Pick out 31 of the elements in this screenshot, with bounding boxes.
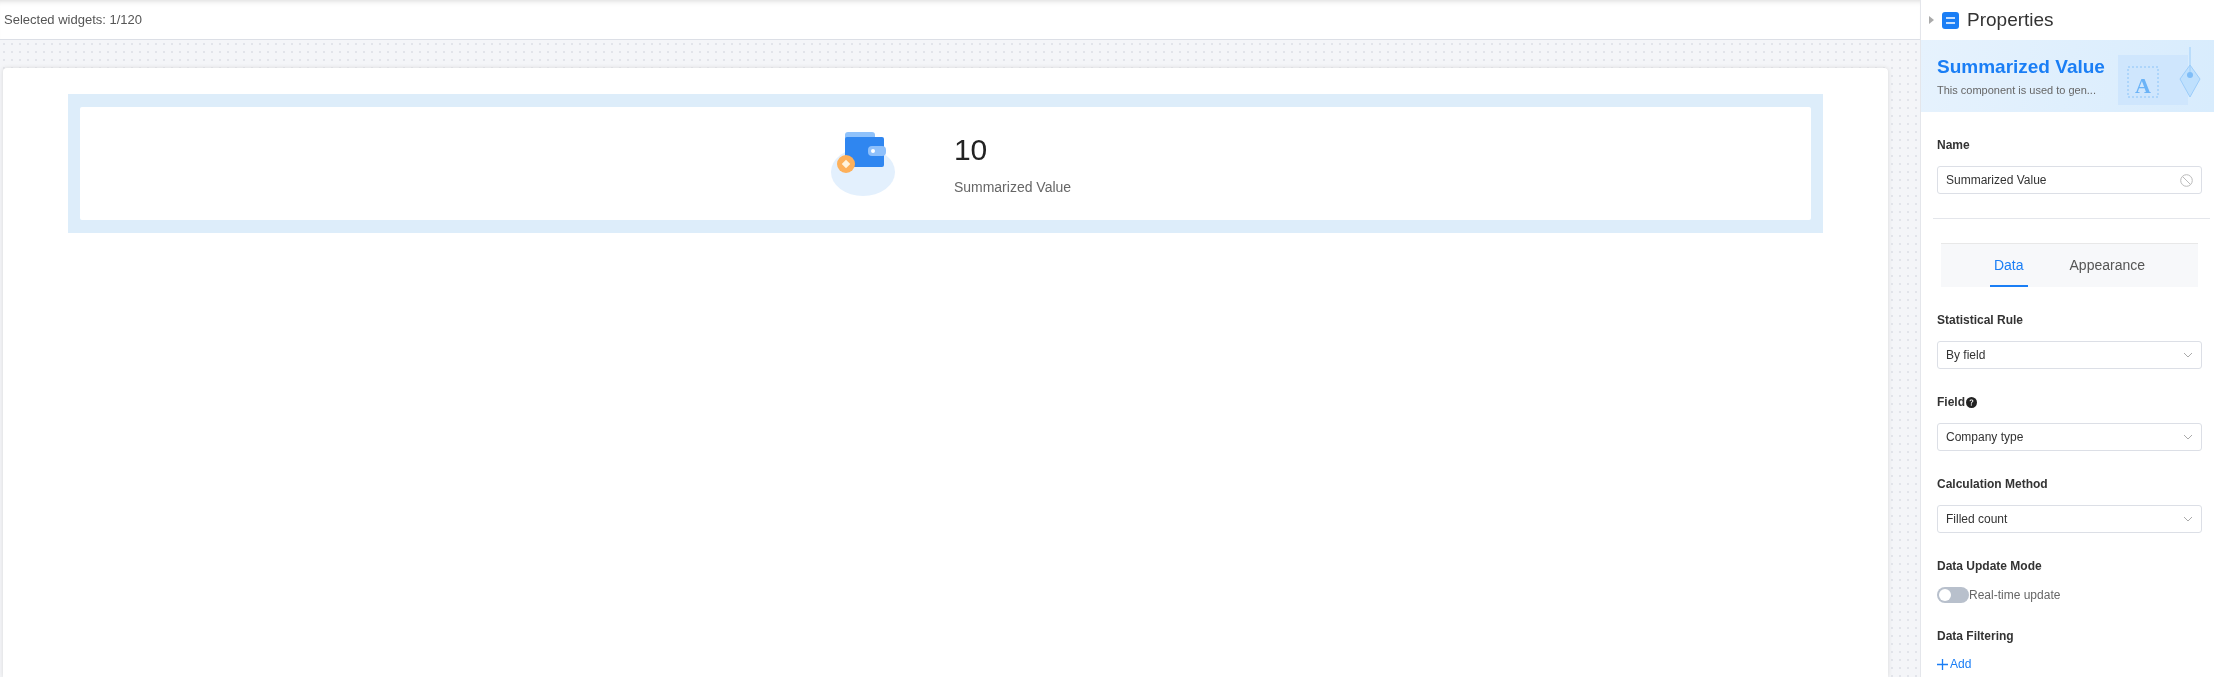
widget-frame[interactable]: 10 Summarized Value — [68, 94, 1823, 233]
help-icon[interactable] — [1966, 396, 1977, 408]
panel-tab[interactable]: Data — [1989, 244, 2028, 287]
toggle-switch[interactable] — [1937, 587, 1969, 603]
chevron-down-icon — [2183, 434, 2193, 440]
field-label: Statistical Rule — [1937, 313, 2024, 327]
name-field[interactable]: Summarized Value — [1937, 166, 2202, 194]
add-button[interactable]: Add — [1937, 657, 1972, 671]
summary-label: Summarized Value — [953, 178, 1072, 195]
wallet-icon — [829, 131, 896, 196]
toggle-label: Real-time update — [1969, 588, 2061, 602]
panel-title: Properties — [1967, 9, 2054, 31]
field-label: Data Update Mode — [1937, 559, 2043, 573]
chevron-down-icon — [2183, 352, 2193, 358]
selection-count: Selected widgets: 1/120 — [4, 12, 143, 27]
field-label: Calculation Method — [1937, 477, 2048, 491]
select-field[interactable]: By field — [1937, 341, 2202, 369]
select-field[interactable]: Company type — [1937, 423, 2202, 451]
properties-icon — [1942, 11, 1959, 29]
field-label: Name — [1937, 138, 1971, 152]
chevron-down-icon — [2183, 516, 2193, 522]
banner-description: This component is used to gen... — [1937, 84, 2097, 96]
expand-arrow-icon[interactable] — [1929, 16, 1934, 24]
select-field[interactable]: Filled count — [1937, 505, 2202, 533]
field-label: Field — [1937, 395, 1965, 409]
summary-value: 10 — [953, 132, 989, 167]
field-label: Data Filtering — [1937, 629, 2015, 643]
plus-icon — [1937, 658, 1948, 670]
clear-icon[interactable] — [2180, 173, 2193, 187]
banner-title: Summarized Value — [1937, 56, 2105, 78]
panel-tab[interactable]: Appearance — [2065, 244, 2150, 287]
